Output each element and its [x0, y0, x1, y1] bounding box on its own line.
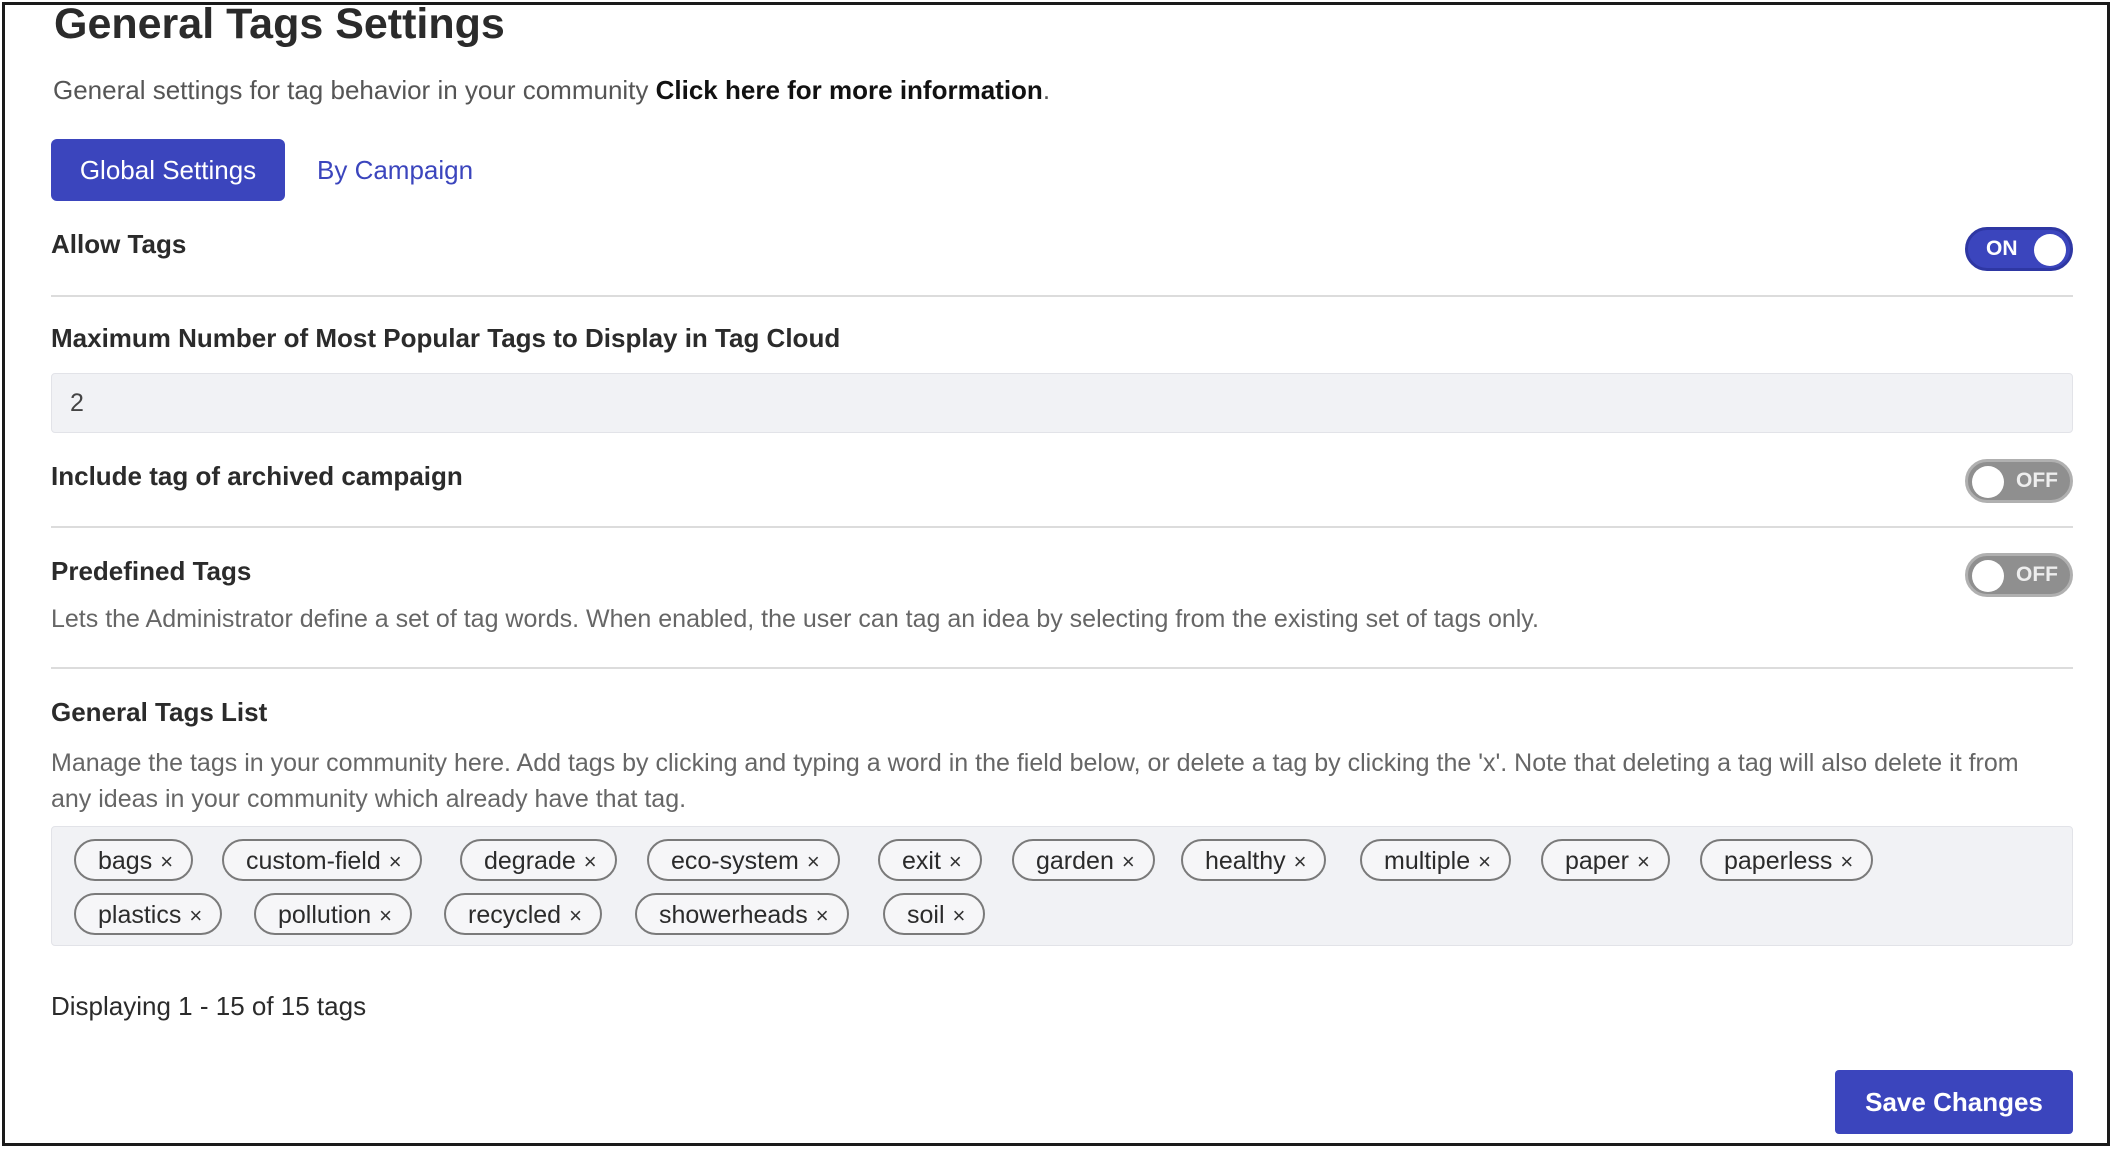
tag-remove-icon[interactable]: ×: [807, 849, 820, 874]
tag-label: custom-field: [246, 847, 381, 875]
tags-list-label: General Tags List: [51, 697, 268, 727]
tab-global-settings[interactable]: Global Settings: [51, 139, 285, 201]
tab-by-campaign[interactable]: By Campaign: [285, 139, 473, 201]
toggle-state-text: ON: [1986, 237, 2018, 260]
tag-chip: eco-system ×: [647, 839, 840, 881]
tag-chip: healthy ×: [1181, 839, 1327, 881]
toggle-knob: [1972, 560, 2004, 592]
tag-chip: garden ×: [1012, 839, 1155, 881]
tag-remove-icon[interactable]: ×: [1122, 849, 1135, 874]
tag-chip: recycled ×: [444, 893, 602, 935]
tags-list-description: Manage the tags in your community here. …: [51, 749, 2019, 813]
tag-label: multiple: [1384, 847, 1471, 875]
settings-tabs: Global Settings By Campaign: [51, 139, 473, 201]
allow-tags-label: Allow Tags: [51, 229, 187, 259]
tag-label: garden: [1036, 847, 1114, 875]
page-subtitle: General settings for tag behavior in you…: [53, 75, 1050, 106]
tags-count-text: Displaying 1 - 15 of 15 tags: [51, 991, 367, 1021]
tag-label: bags: [98, 847, 153, 875]
tag-label: paperless: [1724, 847, 1833, 875]
tag-remove-icon[interactable]: ×: [949, 849, 962, 874]
tag-label: soil: [907, 901, 945, 929]
tag-remove-icon[interactable]: ×: [816, 903, 829, 928]
tag-remove-icon[interactable]: ×: [1637, 849, 1650, 874]
tag-remove-icon[interactable]: ×: [1294, 849, 1307, 874]
page-title: General Tags Settings: [54, 0, 505, 48]
max-popular-tags-label: Maximum Number of Most Popular Tags to D…: [51, 323, 841, 353]
tag-chip: showerheads ×: [635, 893, 849, 935]
tag-remove-icon[interactable]: ×: [1478, 849, 1491, 874]
tag-chip: pollution ×: [254, 893, 412, 935]
predefined-tags-label: Predefined Tags: [51, 556, 252, 586]
max-popular-tags-input[interactable]: [51, 373, 2073, 433]
tag-remove-icon[interactable]: ×: [584, 849, 597, 874]
predefined-tags-toggle[interactable]: OFF: [1965, 553, 2073, 597]
tag-chip: multiple ×: [1360, 839, 1512, 881]
toggle-state-text: OFF: [2016, 469, 2058, 492]
predefined-tags-description: Lets the Administrator define a set of t…: [51, 605, 1539, 633]
toggle-state-text: OFF: [2016, 563, 2058, 586]
tags-input-box[interactable]: bags × custom-field × degrade × eco-system ×…: [51, 826, 2073, 946]
tag-chip: exit ×: [878, 839, 982, 881]
toggle-knob: [1972, 466, 2004, 498]
tag-label: pollution: [278, 901, 372, 929]
tag-label: plastics: [98, 901, 182, 929]
tag-label: exit: [902, 847, 941, 875]
tag-chip: soil ×: [883, 893, 986, 935]
allow-tags-toggle[interactable]: ON: [1965, 227, 2073, 271]
divider: [51, 526, 2073, 528]
tag-chip: paperless ×: [1700, 839, 1874, 881]
tag-remove-icon[interactable]: ×: [379, 903, 392, 928]
subtitle-text: General settings for tag behavior in you…: [53, 75, 656, 105]
divider: [51, 667, 2073, 669]
toggle-knob: [2034, 234, 2066, 266]
save-changes-button[interactable]: Save Changes: [1835, 1070, 2073, 1134]
subtitle-end: .: [1042, 75, 1051, 105]
tag-chip: plastics ×: [74, 893, 223, 935]
tag-remove-icon[interactable]: ×: [1840, 849, 1853, 874]
tag-label: showerheads: [659, 901, 808, 929]
tag-label: eco-system: [671, 847, 799, 875]
tag-label: degrade: [484, 847, 576, 875]
tag-label: recycled: [468, 901, 562, 929]
settings-frame: General Tags Settings General settings f…: [2, 0, 2110, 1146]
tag-remove-icon[interactable]: ×: [569, 903, 582, 928]
tag-chip: bags ×: [74, 839, 194, 881]
tag-chip: paper ×: [1541, 839, 1670, 881]
include-archived-label: Include tag of archived campaign: [51, 461, 463, 491]
tag-chip: custom-field ×: [222, 839, 422, 881]
tag-label: healthy: [1205, 847, 1286, 875]
include-archived-toggle[interactable]: OFF: [1965, 459, 2073, 503]
more-info-link[interactable]: Click here for more information: [656, 75, 1043, 105]
tag-chip: degrade ×: [460, 839, 617, 881]
tag-remove-icon[interactable]: ×: [160, 849, 173, 874]
tag-remove-icon[interactable]: ×: [389, 849, 402, 874]
divider: [51, 295, 2073, 297]
tag-remove-icon[interactable]: ×: [953, 903, 966, 928]
tag-remove-icon[interactable]: ×: [189, 903, 202, 928]
tag-label: paper: [1565, 847, 1629, 875]
